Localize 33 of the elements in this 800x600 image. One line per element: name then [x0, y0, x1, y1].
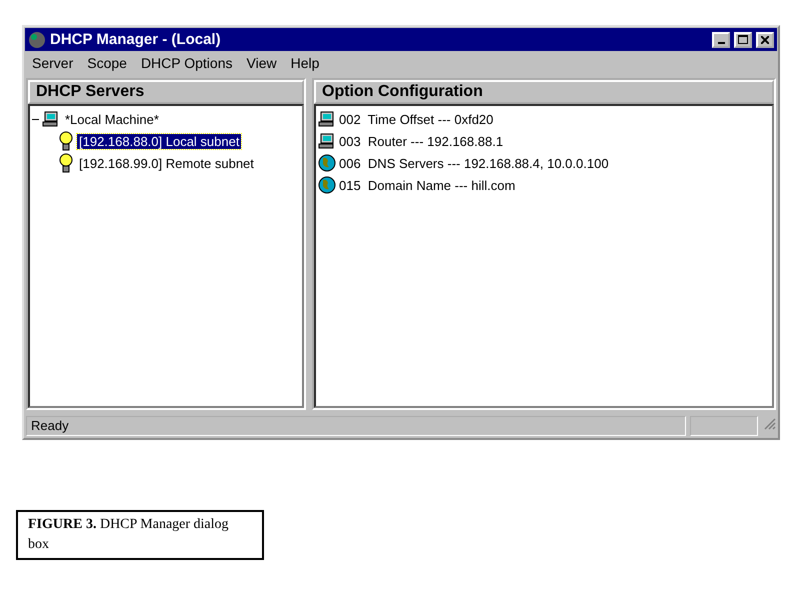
- lightbulb-icon: [58, 131, 74, 151]
- resize-grip-icon[interactable]: [762, 416, 776, 430]
- option-item[interactable]: 006 DNS Servers --- 192.168.88.4, 10.0.0.100: [339, 156, 609, 170]
- panel-header: Option Configuration: [314, 80, 774, 104]
- close-icon: [761, 36, 769, 44]
- computer-icon: [318, 133, 336, 149]
- globe-icon: [318, 176, 336, 194]
- maximize-icon: [738, 35, 748, 44]
- figure-caption: FIGURE 3. DHCP Manager dialog box: [16, 510, 264, 560]
- globe-icon: [318, 154, 336, 172]
- menu-item[interactable]: DHCP Options: [140, 55, 232, 71]
- minimize-icon: [718, 42, 724, 44]
- computer-icon: [318, 111, 336, 127]
- minimize-button[interactable]: [712, 32, 730, 48]
- status-panel: [690, 416, 758, 436]
- app-icon: [28, 30, 46, 48]
- menu-item[interactable]: Help: [290, 55, 320, 71]
- menu-item[interactable]: Server: [32, 55, 74, 71]
- window-title: DHCP Manager - (Local): [50, 31, 222, 48]
- menu-item[interactable]: View: [246, 55, 277, 71]
- menu-item[interactable]: Scope: [87, 55, 127, 71]
- option-item[interactable]: 003 Router --- 192.168.88.1: [339, 134, 504, 148]
- lightbulb-icon: [58, 153, 74, 173]
- tree-item[interactable]: [192.168.88.0] Local subnet: [77, 134, 242, 148]
- panel-header: DHCP Servers: [28, 80, 304, 104]
- option-item[interactable]: 015 Domain Name --- hill.com: [339, 178, 516, 192]
- tree-item[interactable]: [192.168.99.0] Remote subnet: [77, 156, 256, 170]
- maximize-button[interactable]: [734, 32, 752, 48]
- option-item[interactable]: 002 Time Offset --- 0xfd20: [339, 112, 494, 126]
- status-text: Ready: [26, 416, 686, 436]
- tree-item[interactable]: *Local Machine*: [63, 112, 161, 126]
- close-button[interactable]: [756, 32, 774, 48]
- computer-icon: [42, 111, 60, 127]
